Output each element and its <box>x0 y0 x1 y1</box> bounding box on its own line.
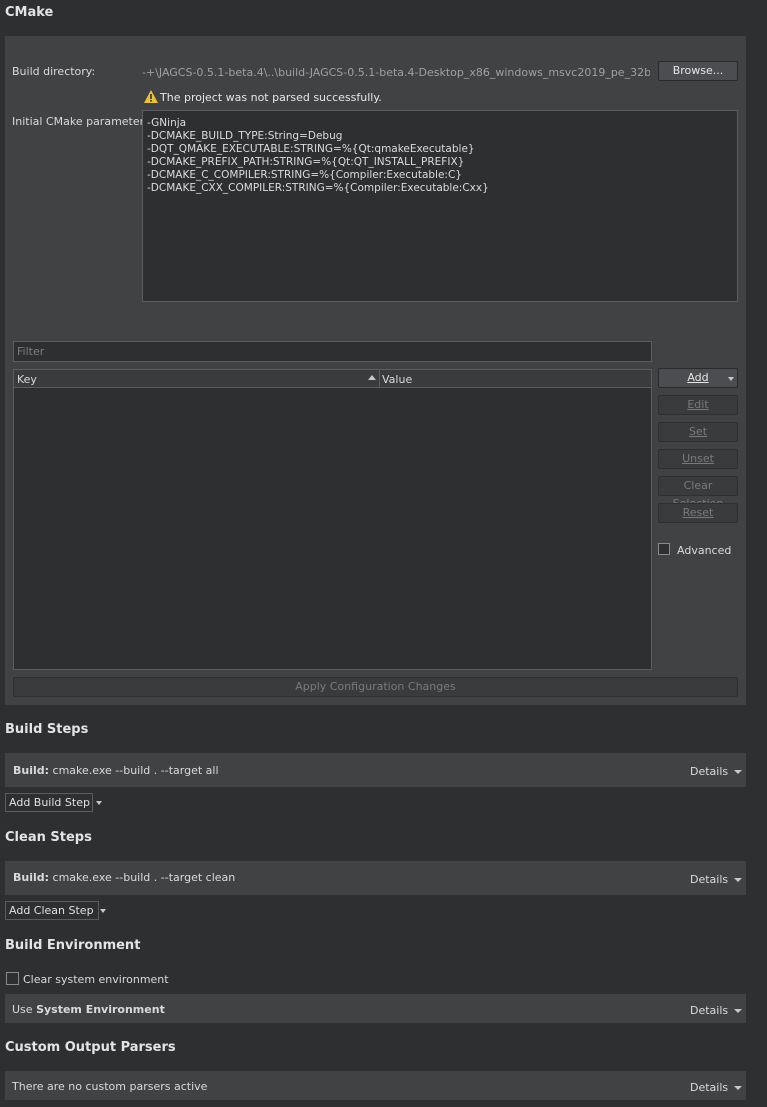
apply-configuration-button[interactable]: Apply Configuration Changes <box>13 677 738 697</box>
param-line: -GNinja <box>147 117 187 129</box>
environment-details-toggle[interactable]: Details <box>690 1004 743 1017</box>
details-label: Details <box>690 765 729 778</box>
add-button-label: Add <box>687 371 709 384</box>
chevron-down-icon <box>734 1086 743 1090</box>
use-prefix: Use <box>12 1003 33 1016</box>
warning-icon <box>144 90 158 103</box>
param-line: -DCMAKE_BUILD_TYPE:String=Debug <box>147 130 343 142</box>
filter-input[interactable]: Filter <box>13 341 652 362</box>
details-label: Details <box>690 1004 729 1017</box>
add-clean-step-label: Add Clean Step <box>9 904 94 917</box>
param-line: -DQT_QMAKE_EXECUTABLE:STRING=%{Qt:qmakeE… <box>147 143 475 155</box>
browse-button[interactable]: Browse... <box>658 61 738 81</box>
clean-step-row[interactable]: Build: cmake.exe --build . --target clea… <box>5 861 746 895</box>
sort-ascending-icon <box>368 375 376 380</box>
custom-parsers-status: There are no custom parsers active <box>12 1080 208 1093</box>
param-line: -DCMAKE_PREFIX_PATH:STRING=%{Qt:QT_INSTA… <box>147 156 465 168</box>
key-column-header[interactable]: Key <box>17 373 37 386</box>
details-label: Details <box>690 1081 729 1094</box>
edit-button[interactable]: Edit <box>658 395 738 415</box>
chevron-down-icon <box>734 770 743 774</box>
clear-system-env-checkbox[interactable] <box>6 972 19 985</box>
chevron-down-icon <box>99 909 106 913</box>
reset-button[interactable]: Reset <box>658 503 738 523</box>
add-build-step-dropdown[interactable]: Add Build Step <box>5 793 102 812</box>
build-steps-title: Build Steps <box>5 722 89 737</box>
clean-steps-title: Clean Steps <box>5 830 92 845</box>
environment-row[interactable]: Use System Environment Details <box>5 994 746 1023</box>
initial-params-textarea[interactable]: -GNinja -DCMAKE_BUILD_TYPE:String=Debug … <box>142 110 738 302</box>
environment-name: System Environment <box>36 1003 165 1016</box>
clear-selection-button[interactable]: Clear Selection <box>658 476 738 510</box>
initial-params-label: Initial CMake parameters: <box>12 115 154 128</box>
build-step-summary: Build: cmake.exe --build . --target all <box>13 764 219 777</box>
build-step-command: cmake.exe --build . --target all <box>52 764 219 777</box>
add-clean-step-dropdown[interactable]: Add Clean Step <box>5 901 106 920</box>
filter-placeholder: Filter <box>17 345 45 358</box>
edit-button-label: Edit <box>687 398 709 411</box>
reset-button-label: Reset <box>682 506 714 519</box>
chevron-down-icon <box>95 801 102 805</box>
config-table[interactable]: Key Value <box>13 369 652 670</box>
cmake-section-title: CMake <box>5 5 54 20</box>
set-button-label: Set <box>688 425 708 438</box>
table-header: Key Value <box>14 370 651 388</box>
clean-step-prefix: Build: <box>13 871 50 884</box>
add-button[interactable]: Add <box>658 368 738 388</box>
custom-parsers-details-toggle[interactable]: Details <box>690 1081 743 1094</box>
unset-button[interactable]: Unset <box>658 449 738 469</box>
set-button[interactable]: Set <box>658 422 738 442</box>
build-environment-title: Build Environment <box>5 938 141 953</box>
clean-step-details-toggle[interactable]: Details <box>690 873 743 886</box>
environment-summary: Use System Environment <box>12 1003 165 1016</box>
unset-button-label: Unset <box>682 452 714 465</box>
chevron-down-icon <box>734 878 743 882</box>
advanced-checkbox[interactable] <box>658 543 670 555</box>
param-line: -DCMAKE_C_COMPILER:STRING=%{Compiler:Exe… <box>147 169 462 181</box>
clear-system-env-label: Clear system environment <box>23 973 169 986</box>
chevron-down-icon <box>728 377 734 381</box>
build-directory-label: Build directory: <box>12 65 96 78</box>
custom-parsers-title: Custom Output Parsers <box>5 1040 176 1055</box>
value-column-header[interactable]: Value <box>382 373 412 386</box>
build-step-prefix: Build: <box>13 764 50 777</box>
custom-parsers-row[interactable]: There are no custom parsers active Detai… <box>5 1071 746 1100</box>
build-directory-field[interactable]: -+\JAGCS-0.5.1-beta.4\..\build-JAGCS-0.5… <box>142 66 650 79</box>
clean-step-command: cmake.exe --build . --target clean <box>52 871 236 884</box>
parse-warning-text: The project was not parsed successfully. <box>160 91 382 104</box>
param-line: -DCMAKE_CXX_COMPILER:STRING=%{Compiler:E… <box>147 182 489 194</box>
add-build-step-label: Add Build Step <box>9 796 90 809</box>
clean-step-summary: Build: cmake.exe --build . --target clea… <box>13 871 235 884</box>
chevron-down-icon <box>734 1009 743 1013</box>
details-label: Details <box>690 873 729 886</box>
build-step-row[interactable]: Build: cmake.exe --build . --target all … <box>5 753 746 787</box>
column-divider <box>379 370 380 387</box>
build-step-details-toggle[interactable]: Details <box>690 765 743 778</box>
advanced-label: Advanced <box>677 544 732 557</box>
